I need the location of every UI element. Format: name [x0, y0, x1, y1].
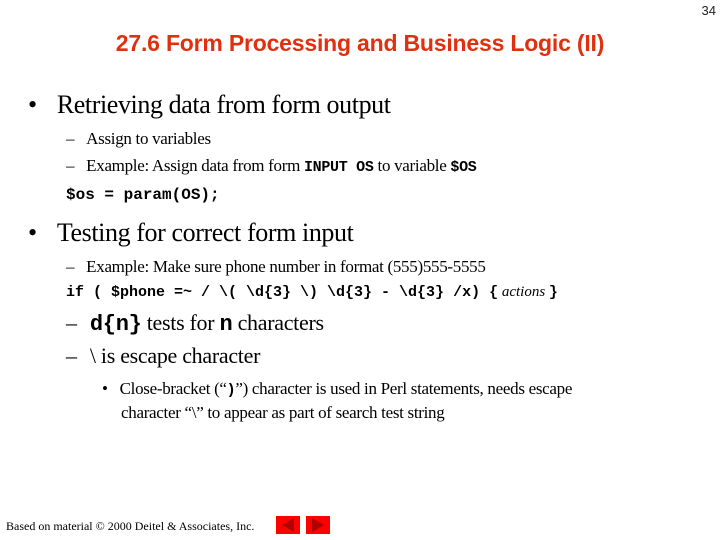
slide-title: 27.6 Form Processing and Business Logic … — [115, 30, 605, 56]
actions-placeholder: actions — [498, 284, 549, 300]
prev-slide-button[interactable] — [276, 516, 300, 534]
triangle-right-icon — [312, 518, 324, 532]
bullet-retrieving: • Retrieving data from form output — [28, 90, 391, 120]
bullet-glyph: • — [102, 379, 108, 398]
sub-bullet-assign: – Assign to variables — [66, 129, 211, 148]
sub-bullet-dn: – d{n} tests for n characters — [66, 310, 324, 337]
bullet-text: Retrieving data from form output — [56, 90, 391, 119]
code-input-os: INPUT OS — [303, 159, 374, 176]
footer-copyright: Based on material © 2000 Deitel & Associ… — [6, 519, 255, 533]
bullet-glyph: • — [28, 218, 37, 247]
sub-bullet-phone-example: – Example: Make sure phone number in for… — [66, 257, 486, 276]
dash-glyph: – — [66, 343, 77, 368]
slide-number: 34 — [701, 3, 716, 18]
code-regex-line: if ( $phone =~ / \( \d{3} \) \d{3} - \d{… — [66, 284, 558, 301]
next-slide-button[interactable] — [306, 516, 330, 534]
dash-glyph: – — [66, 257, 75, 276]
triangle-left-icon — [282, 518, 294, 532]
bullet-glyph: • — [28, 90, 37, 119]
sub-bullet-escape: – \ is escape character — [66, 343, 261, 368]
bullet-testing: • Testing for correct form input — [28, 218, 354, 248]
dash-glyph: – — [66, 129, 75, 148]
code-param-line: $os = param(OS); — [66, 186, 220, 204]
dash-glyph: – — [66, 310, 77, 335]
sub-bullet-example: – Example: Assign data from form INPUT O… — [66, 156, 477, 176]
bullet-text: Testing for correct form input — [56, 218, 354, 247]
code-var-os: $OS — [450, 159, 477, 176]
sub-sub-bullet-close-bracket: • Close-bracket (“)”) character is used … — [102, 379, 573, 422]
dash-glyph: – — [66, 156, 75, 175]
